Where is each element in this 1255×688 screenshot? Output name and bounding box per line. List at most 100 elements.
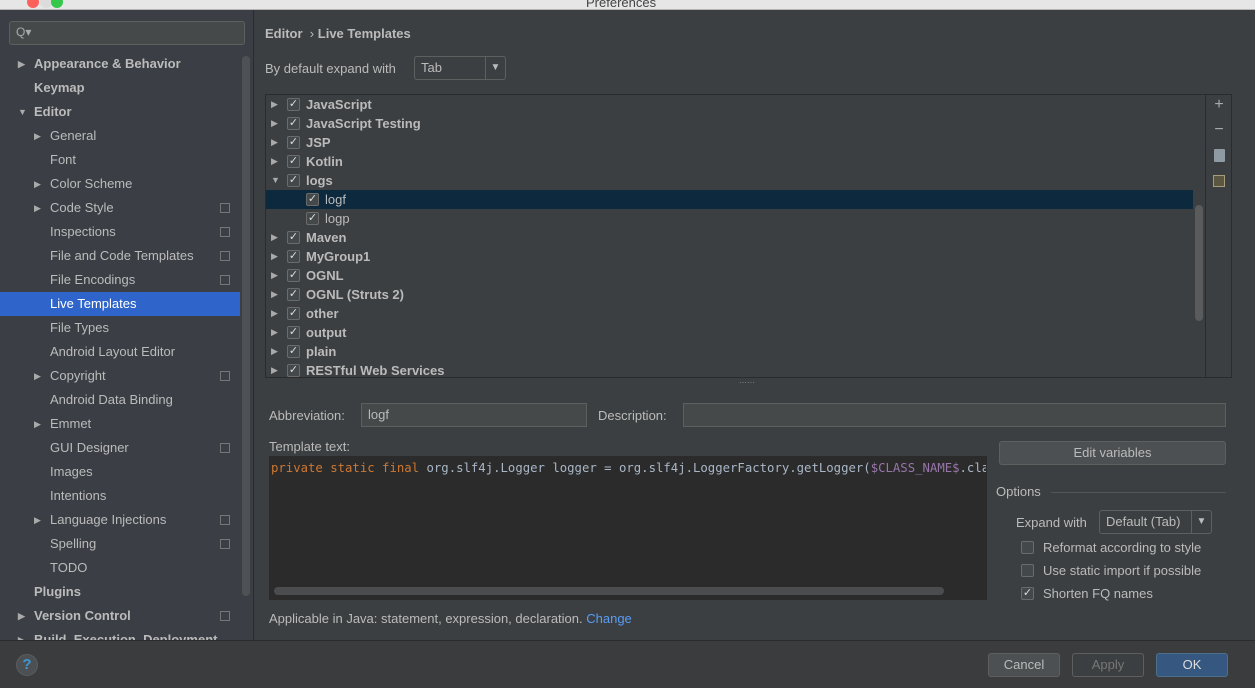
template-checkbox[interactable]: ✓ (287, 231, 300, 244)
splitter-handle[interactable]: ⋯⋯ (739, 378, 755, 387)
zoom-window-button[interactable] (51, 0, 63, 8)
sidebar-item[interactable]: ▶ Version Control (0, 604, 240, 628)
checkbox[interactable] (1021, 564, 1034, 577)
template-tree-row[interactable]: ▶ ✓ JavaScript Testing (266, 114, 1193, 133)
sidebar-item[interactable]: GUI Designer (0, 436, 240, 460)
breadcrumb-parent[interactable]: Editor (265, 26, 303, 41)
default-expand-select[interactable]: Tab ▼ (414, 56, 506, 80)
remove-icon[interactable]: − (1212, 121, 1226, 139)
cancel-button[interactable]: Cancel (988, 653, 1060, 677)
collapsed-arrow-icon[interactable]: ▶ (271, 304, 278, 323)
collapsed-arrow-icon[interactable]: ▶ (271, 285, 278, 304)
sidebar-item[interactable]: Intentions (0, 484, 240, 508)
template-tree-row[interactable]: ✓ logp (266, 209, 1193, 228)
checkbox[interactable] (1021, 541, 1034, 554)
template-checkbox[interactable]: ✓ (306, 212, 319, 225)
sidebar-item[interactable]: ▶ Language Injections (0, 508, 240, 532)
abbreviation-input[interactable]: logf (361, 403, 587, 427)
template-tree-row[interactable]: ▶ ✓ OGNL (266, 266, 1193, 285)
settings-search-input[interactable]: Q▾ (9, 21, 245, 45)
expanded-arrow-icon[interactable]: ▼ (18, 100, 27, 124)
close-window-button[interactable] (27, 0, 39, 8)
sidebar-item[interactable]: ▶ Build, Execution, Deployment (0, 628, 240, 640)
template-checkbox[interactable]: ✓ (287, 155, 300, 168)
sidebar-item[interactable]: ▶ General (0, 124, 240, 148)
collapsed-arrow-icon[interactable]: ▶ (271, 95, 278, 114)
collapsed-arrow-icon[interactable]: ▶ (34, 508, 41, 532)
expanded-arrow-icon[interactable]: ▼ (271, 171, 280, 190)
add-icon[interactable]: + (1212, 96, 1226, 114)
sidebar-item[interactable]: Live Templates (0, 292, 240, 316)
sidebar-item[interactable]: Android Data Binding (0, 388, 240, 412)
template-tree-row[interactable]: ▶ ✓ plain (266, 342, 1193, 361)
template-checkbox[interactable]: ✓ (287, 345, 300, 358)
template-tree-row[interactable]: ▶ ✓ RESTful Web Services (266, 361, 1193, 377)
template-checkbox[interactable]: ✓ (287, 136, 300, 149)
collapsed-arrow-icon[interactable]: ▶ (18, 628, 25, 640)
template-checkbox[interactable]: ✓ (287, 364, 300, 377)
sidebar-item[interactable]: File Types (0, 316, 240, 340)
template-group-icon[interactable] (1212, 175, 1226, 189)
template-checkbox[interactable]: ✓ (287, 307, 300, 320)
sidebar-item[interactable]: ▶ Code Style (0, 196, 240, 220)
collapsed-arrow-icon[interactable]: ▶ (271, 323, 278, 342)
sidebar-item[interactable]: ▶ Appearance & Behavior (0, 52, 240, 76)
collapsed-arrow-icon[interactable]: ▶ (271, 152, 278, 171)
template-checkbox[interactable]: ✓ (287, 288, 300, 301)
expand-with-select[interactable]: Default (Tab) ▼ (1099, 510, 1212, 534)
tree-scrollbar[interactable] (1195, 205, 1203, 321)
template-tree-row[interactable]: ✓ logf (266, 190, 1193, 209)
collapsed-arrow-icon[interactable]: ▶ (34, 412, 41, 436)
collapsed-arrow-icon[interactable]: ▶ (271, 247, 278, 266)
template-tree-row[interactable]: ▶ ✓ JavaScript (266, 95, 1193, 114)
collapsed-arrow-icon[interactable]: ▶ (271, 114, 278, 133)
collapsed-arrow-icon[interactable]: ▶ (34, 172, 41, 196)
collapsed-arrow-icon[interactable]: ▶ (34, 196, 41, 220)
template-checkbox[interactable]: ✓ (287, 269, 300, 282)
template-tree-row[interactable]: ▶ ✓ OGNL (Struts 2) (266, 285, 1193, 304)
template-text-editor[interactable]: private static final org.slf4j.Logger lo… (269, 456, 987, 600)
sidebar-item[interactable]: Images (0, 460, 240, 484)
collapsed-arrow-icon[interactable]: ▶ (271, 266, 278, 285)
template-tree-row[interactable]: ▶ ✓ other (266, 304, 1193, 323)
sidebar-scrollbar[interactable] (242, 56, 250, 596)
apply-button[interactable]: Apply (1072, 653, 1144, 677)
template-tree-row[interactable]: ▶ ✓ Maven (266, 228, 1193, 247)
collapsed-arrow-icon[interactable]: ▶ (271, 342, 278, 361)
editor-horizontal-scrollbar[interactable] (274, 587, 944, 595)
collapsed-arrow-icon[interactable]: ▶ (34, 364, 41, 388)
collapsed-arrow-icon[interactable]: ▶ (34, 124, 41, 148)
sidebar-item[interactable]: ▼ Editor (0, 100, 240, 124)
sidebar-item[interactable]: File and Code Templates (0, 244, 240, 268)
template-checkbox[interactable]: ✓ (287, 174, 300, 187)
help-button[interactable]: ? (16, 654, 38, 676)
template-tree-row[interactable]: ▶ ✓ Kotlin (266, 152, 1193, 171)
sidebar-item[interactable]: TODO (0, 556, 240, 580)
sidebar-item[interactable]: Font (0, 148, 240, 172)
collapsed-arrow-icon[interactable]: ▶ (18, 52, 25, 76)
collapsed-arrow-icon[interactable]: ▶ (18, 604, 25, 628)
sidebar-item[interactable]: ▶ Emmet (0, 412, 240, 436)
template-checkbox[interactable]: ✓ (287, 250, 300, 263)
collapsed-arrow-icon[interactable]: ▶ (271, 361, 278, 377)
sidebar-item[interactable]: ▶ Copyright (0, 364, 240, 388)
sidebar-item[interactable]: ▶ Color Scheme (0, 172, 240, 196)
sidebar-item[interactable]: File Encodings (0, 268, 240, 292)
checkbox[interactable]: ✓ (1021, 587, 1034, 600)
collapsed-arrow-icon[interactable]: ▶ (271, 133, 278, 152)
description-input[interactable] (683, 403, 1226, 427)
template-tree-row[interactable]: ▶ ✓ MyGroup1 (266, 247, 1193, 266)
template-tree-row[interactable]: ▶ ✓ output (266, 323, 1193, 342)
sidebar-item[interactable]: Keymap (0, 76, 240, 100)
template-tree-row[interactable]: ▶ ✓ JSP (266, 133, 1193, 152)
edit-variables-button[interactable]: Edit variables (999, 441, 1226, 465)
collapsed-arrow-icon[interactable]: ▶ (271, 228, 278, 247)
template-tree-row[interactable]: ▼ ✓ logs (266, 171, 1193, 190)
change-context-link[interactable]: Change (586, 611, 632, 626)
template-checkbox[interactable]: ✓ (287, 117, 300, 130)
template-checkbox[interactable]: ✓ (287, 326, 300, 339)
sidebar-item[interactable]: Android Layout Editor (0, 340, 240, 364)
template-checkbox[interactable]: ✓ (306, 193, 319, 206)
template-checkbox[interactable]: ✓ (287, 98, 300, 111)
sidebar-item[interactable]: Spelling (0, 532, 240, 556)
